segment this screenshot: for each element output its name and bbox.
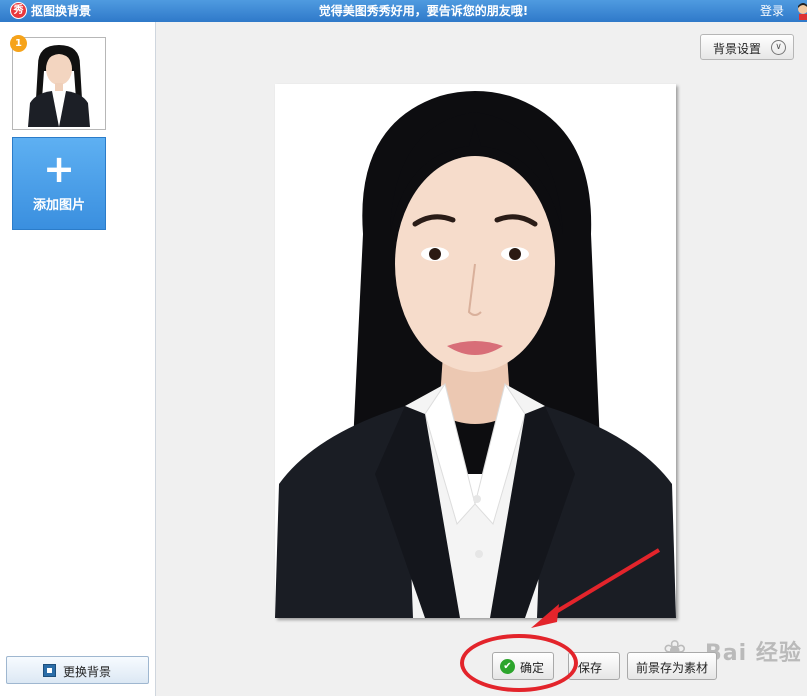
photo-canvas[interactable] <box>275 84 676 618</box>
check-icon: ✔ <box>500 659 515 674</box>
login-link[interactable]: 登录 <box>760 3 784 19</box>
title-bar: 秀 抠图换背景 觉得美图秀秀好用，要告诉您的朋友哦! 登录 <box>0 0 807 22</box>
slogan-text: 觉得美图秀秀好用，要告诉您的朋友哦! <box>318 4 529 18</box>
thumbnail-portrait-image <box>16 41 102 127</box>
save-as-material-button[interactable]: 前景存为素材 <box>627 652 717 680</box>
plus-icon: + <box>43 147 75 191</box>
background-settings-dropdown[interactable]: 背景设置 ∨ <box>700 34 794 60</box>
ok-label: 确定 <box>520 661 545 675</box>
portrait-photo-image <box>275 84 676 618</box>
background-settings-label: 背景设置 <box>713 42 762 56</box>
app-window: 秀 抠图换背景 觉得美图秀秀好用，要告诉您的朋友哦! 登录 1 + 添加图片 更… <box>0 0 807 696</box>
ok-button[interactable]: ✔ 确定 <box>492 652 554 680</box>
background-icon <box>43 664 56 677</box>
save-label: 保存 <box>578 661 603 675</box>
user-avatar-icon[interactable] <box>795 2 807 20</box>
save-button[interactable]: 保存 <box>568 652 620 680</box>
workspace: 背景设置 ∨ ❀ Bai 经验 ✔ 确定 保存 前景存为素材 <box>157 22 807 696</box>
add-image-button[interactable]: + 添加图片 <box>12 137 106 230</box>
change-background-label: 更换背景 <box>63 665 112 679</box>
watermark-text: Bai 经验 <box>705 641 802 666</box>
image-thumbnail[interactable] <box>12 37 106 130</box>
thumbnail-badge: 1 <box>10 35 27 52</box>
change-background-button[interactable]: 更换背景 <box>6 656 149 684</box>
add-image-label: 添加图片 <box>32 198 85 213</box>
left-panel: 1 + 添加图片 更换背景 <box>0 22 156 696</box>
save-as-material-label: 前景存为素材 <box>636 661 709 675</box>
chevron-down-icon: ∨ <box>771 40 786 55</box>
